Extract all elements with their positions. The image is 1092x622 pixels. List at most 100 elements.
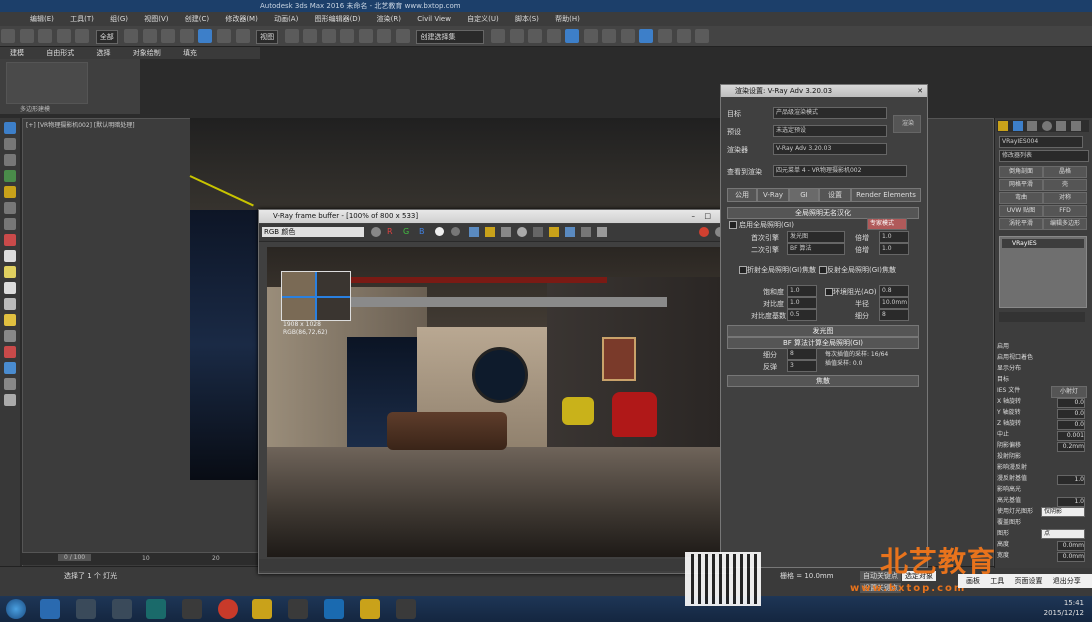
mod-btn-6[interactable]: UVW 贴图 (999, 205, 1043, 217)
select-by-name-icon[interactable] (142, 29, 157, 43)
align-icon[interactable] (509, 29, 524, 43)
torus-icon[interactable] (4, 282, 16, 294)
globe-icon[interactable] (4, 362, 16, 374)
select-object-icon[interactable] (124, 29, 139, 43)
motion-tab-icon[interactable] (1041, 121, 1052, 131)
contrast-base-input[interactable]: 0.5 (787, 309, 817, 321)
ribbon-tab-freeform[interactable]: 自由形式 (46, 49, 74, 57)
ao-subdivs-input[interactable]: 8 (879, 309, 909, 321)
open-icon[interactable] (485, 227, 495, 237)
param-15-select[interactable]: 仅阴影 (1041, 507, 1085, 517)
param-14-value[interactable]: 1.0 (1057, 497, 1085, 507)
start-icon[interactable] (6, 599, 26, 619)
tab-common[interactable]: 公用 (727, 188, 757, 202)
stack-item[interactable]: VRayIES (1002, 239, 1084, 248)
mod-btn-2[interactable]: 网格平滑 (999, 179, 1043, 191)
menu-modifiers[interactable]: 修改器(M) (225, 15, 258, 23)
gi-enable-checkbox[interactable] (729, 221, 737, 229)
mod-btn-3[interactable]: 壳 (1043, 179, 1087, 191)
view-select[interactable]: 四元菜单 4 - VR物理摄影机002 (773, 165, 907, 177)
folder-icon[interactable] (252, 599, 272, 619)
color-wheel-icon[interactable] (371, 227, 381, 237)
mod-btn-5[interactable]: 对称 (1043, 192, 1087, 204)
display-tab-icon[interactable] (1056, 121, 1067, 131)
hierarchy-tab-icon[interactable] (1027, 121, 1038, 131)
ribbon-icon[interactable] (546, 29, 561, 43)
history-icon[interactable] (565, 227, 575, 237)
refract-caustics-checkbox[interactable] (739, 266, 747, 274)
renderer-select[interactable]: V-Ray Adv 3.20.03 (773, 143, 887, 155)
param-6-value[interactable]: 0.0 (1057, 409, 1085, 419)
scale-icon[interactable] (235, 29, 250, 43)
menu-scripting[interactable]: 脚本(S) (515, 15, 539, 23)
helper-icon[interactable] (4, 218, 16, 230)
mirror-icon[interactable] (491, 29, 506, 43)
ao-input[interactable]: 0.8 (879, 285, 909, 297)
system-clock[interactable]: 15:41 2015/12/12 (1044, 598, 1084, 618)
ribbon-tab-selection[interactable]: 选择 (96, 49, 110, 57)
target-select[interactable]: 产品级渲染模式 (773, 107, 887, 119)
modify-tab-icon[interactable] (1012, 121, 1023, 131)
radius-input[interactable]: 10.0mm (879, 297, 909, 309)
link-icon[interactable] (38, 29, 53, 43)
expert-mode-button[interactable]: 专家模式 (867, 218, 907, 230)
vfb-title-bar[interactable]: V-Ray frame buffer - [100% of 800 x 533]… (259, 210, 733, 223)
mod-btn-7[interactable]: FFD (1043, 205, 1087, 217)
app2-icon[interactable] (112, 599, 132, 619)
param-9-value[interactable]: 0.2mm (1057, 442, 1085, 452)
irradiance-rollout-header[interactable]: 发光图 (727, 325, 919, 337)
param-12-value[interactable]: 1.0 (1057, 475, 1085, 485)
selection-filter-select[interactable]: 全部 (95, 30, 118, 44)
color-correct-icon[interactable] (597, 227, 607, 237)
bind-space-warp-icon[interactable] (75, 29, 90, 43)
save-icon[interactable] (469, 227, 479, 237)
bf-rollout-header[interactable]: BF 算法计算全局照明(GI) (727, 337, 919, 349)
angle-snap-icon[interactable] (358, 29, 373, 43)
named-selection-select[interactable]: 创建选择集 (416, 30, 485, 44)
cone-icon[interactable] (4, 298, 16, 310)
undo-icon[interactable] (1, 29, 15, 43)
rotate-icon[interactable] (217, 29, 232, 43)
param-7-value[interactable]: 0.0 (1057, 420, 1085, 430)
mod-btn-9[interactable]: 编辑多边形 (1043, 218, 1087, 230)
menu-animation[interactable]: 动画(A) (274, 15, 298, 23)
particle-icon[interactable] (4, 346, 16, 358)
vfb-channel-select[interactable]: RGB 颜色 (262, 227, 364, 237)
stop-render-icon[interactable] (699, 227, 709, 237)
app3-icon[interactable] (182, 599, 202, 619)
tab-gi[interactable]: GI (789, 188, 819, 202)
rs-close-icon[interactable]: ✕ (917, 85, 923, 97)
ao-checkbox[interactable] (825, 288, 833, 296)
secondary-engine-select[interactable]: BF 算法 (787, 243, 845, 255)
menu-group[interactable]: 组(G) (110, 15, 128, 23)
reference-coord-select[interactable]: 视图 (256, 30, 279, 44)
mod-btn-1[interactable]: 晶格 (1043, 166, 1087, 178)
link-vfb-icon[interactable] (549, 227, 559, 237)
3dsmax-icon[interactable] (146, 599, 166, 619)
layer-explorer-icon[interactable] (4, 138, 16, 150)
popup-tools[interactable]: 工具 (990, 577, 1004, 585)
popup-exit-share[interactable]: 退出分享 (1053, 577, 1081, 585)
preset-select[interactable]: 未选定预设 (773, 125, 887, 137)
sun-icon[interactable] (4, 314, 16, 326)
app4-icon[interactable] (288, 599, 308, 619)
popup-canvas[interactable]: 画板 (966, 577, 980, 585)
unlink-icon[interactable] (56, 29, 71, 43)
bone-icon[interactable] (4, 378, 16, 390)
green-channel-icon[interactable]: G (403, 227, 409, 236)
space-warp-icon[interactable] (4, 234, 16, 246)
alpha-icon[interactable] (435, 227, 444, 236)
tab-render-elements[interactable]: Render Elements (851, 188, 921, 202)
mono-icon[interactable] (451, 227, 460, 236)
param-17-select[interactable]: 点 (1041, 529, 1085, 539)
tab-vray[interactable]: V-Ray (757, 188, 789, 202)
teapot-icon[interactable] (676, 29, 691, 43)
primary-mult-input[interactable]: 1.0 (879, 231, 909, 243)
reflect-caustics-checkbox[interactable] (819, 266, 827, 274)
create-tab-icon[interactable] (998, 121, 1008, 131)
grid-icon[interactable] (4, 330, 16, 342)
menu-rendering[interactable]: 渲染(R) (377, 15, 401, 23)
menu-graph-editors[interactable]: 图形编辑器(D) (315, 15, 361, 23)
menu-civil-view[interactable]: Civil View (417, 15, 451, 23)
blue-channel-icon[interactable]: B (419, 227, 425, 236)
